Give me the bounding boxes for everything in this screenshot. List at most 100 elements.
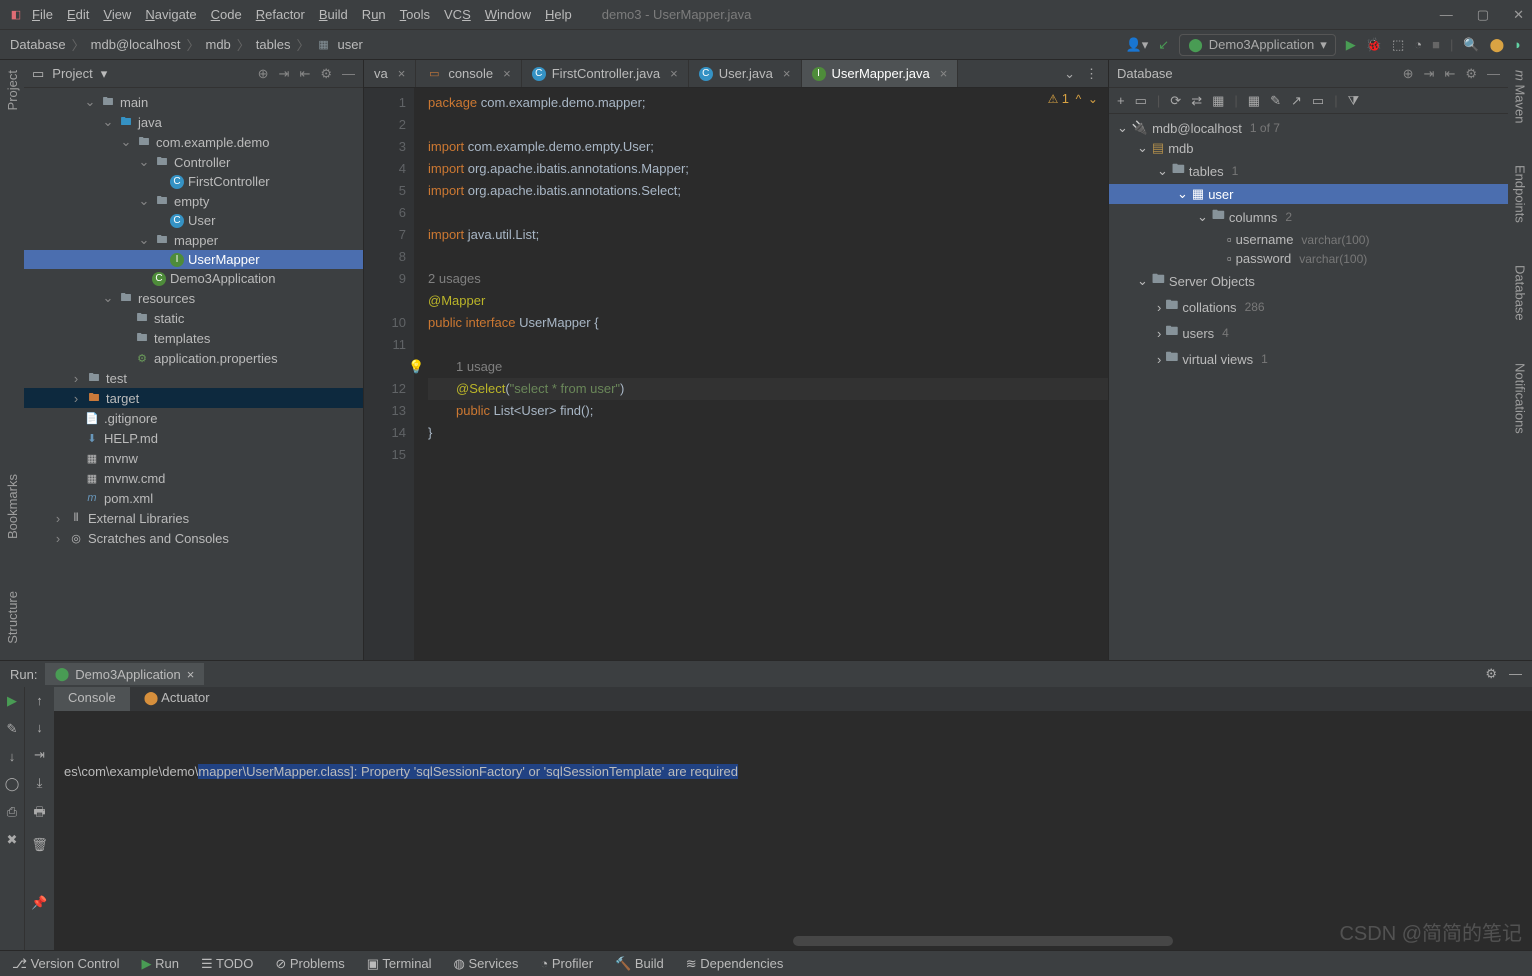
- run-hide-icon[interactable]: ―: [1509, 666, 1522, 682]
- status-deps[interactable]: ≋ Dependencies: [686, 956, 784, 972]
- tree-firstcontroller[interactable]: FirstController: [188, 174, 270, 189]
- tab-firstcontroller[interactable]: CFirstController.java×: [522, 60, 689, 87]
- tree-controller[interactable]: Controller: [174, 155, 230, 170]
- table-icon[interactable]: ▦: [1248, 93, 1260, 109]
- collapse-icon[interactable]: ⇥: [1424, 66, 1435, 82]
- maximize-icon[interactable]: ▢: [1477, 7, 1489, 23]
- tree-appprops[interactable]: application.properties: [154, 351, 278, 366]
- menu-help[interactable]: Help: [545, 7, 572, 22]
- run-config-icon[interactable]: ✎: [7, 721, 18, 737]
- add-icon[interactable]: +: [1117, 93, 1125, 108]
- bookmarks-toolwindow-tab[interactable]: Bookmarks: [3, 468, 22, 545]
- up-icon[interactable]: ↑: [36, 693, 43, 708]
- menu-run[interactable]: Run: [362, 7, 386, 22]
- settings-icon[interactable]: ⚙: [320, 66, 332, 82]
- horizontal-scrollbar[interactable]: [793, 936, 1173, 946]
- tree-main[interactable]: main: [120, 95, 148, 110]
- wrap-icon[interactable]: ⇥: [34, 747, 45, 763]
- run-icon[interactable]: ▶: [1346, 37, 1356, 53]
- tree-scratch[interactable]: Scratches and Consoles: [88, 531, 229, 546]
- tab-user[interactable]: CUser.java×: [689, 60, 802, 87]
- status-build[interactable]: 🔨 Build: [615, 956, 664, 972]
- ddl-icon[interactable]: ▭: [1135, 93, 1147, 109]
- menu-view[interactable]: View: [103, 7, 131, 22]
- tree-resources[interactable]: resources: [138, 291, 195, 306]
- menu-tools[interactable]: Tools: [400, 7, 430, 22]
- status-vcs[interactable]: ⎇ Version Control: [12, 956, 119, 972]
- run-app-tab[interactable]: ⬤Demo3Application×: [45, 663, 205, 685]
- locate-icon[interactable]: ⊕: [258, 66, 269, 82]
- locate-icon[interactable]: ⊕: [1403, 66, 1414, 82]
- close-icon[interactable]: ✕: [1513, 7, 1524, 23]
- run-config-selector[interactable]: ⬤Demo3Application▾: [1179, 34, 1336, 56]
- collapse-icon[interactable]: ⇥: [279, 66, 290, 82]
- status-profiler[interactable]: ◔ Profiler: [540, 956, 593, 971]
- tree-java[interactable]: java: [138, 115, 162, 130]
- notifications-tab[interactable]: Notifications: [1511, 357, 1530, 440]
- expand-icon[interactable]: ⇤: [299, 66, 310, 82]
- tree-user[interactable]: User: [188, 213, 215, 228]
- status-terminal[interactable]: ▣ Terminal: [367, 956, 432, 972]
- run-camera-icon[interactable]: ◯: [5, 776, 20, 792]
- tree-mapper[interactable]: mapper: [174, 233, 218, 248]
- menu-code[interactable]: Code: [211, 7, 242, 22]
- actuator-tab[interactable]: ⬤ Actuator: [130, 687, 224, 711]
- crumb-3[interactable]: tables: [256, 37, 291, 52]
- tree-empty[interactable]: empty: [174, 194, 209, 209]
- hide-icon[interactable]: ―: [1487, 66, 1500, 82]
- tree-test[interactable]: test: [106, 371, 127, 386]
- console-output[interactable]: es\com\example\demo\mapper\UserMapper.cl…: [54, 711, 1532, 950]
- tree-templates[interactable]: templates: [154, 331, 210, 346]
- status-todo[interactable]: ☰ TODO: [201, 956, 253, 972]
- jump-icon[interactable]: ↗: [1291, 93, 1302, 109]
- tree-gitignore[interactable]: .gitignore: [104, 411, 157, 426]
- tree-demo3app[interactable]: Demo3Application: [170, 271, 276, 286]
- console-tab[interactable]: Console: [54, 687, 130, 711]
- edit-icon[interactable]: ✎: [1270, 93, 1281, 109]
- status-run[interactable]: ▶ Run: [141, 956, 178, 972]
- profile-icon[interactable]: ◔: [1414, 37, 1422, 52]
- tree-static[interactable]: static: [154, 311, 184, 326]
- user-icon[interactable]: 👤▾: [1126, 37, 1149, 53]
- database-tree[interactable]: ⌄🔌mdb@localhost1 of 7 ⌄▤mdb ⌄🖿tables1 ⌄▦…: [1109, 114, 1508, 660]
- tree-extlib[interactable]: External Libraries: [88, 511, 189, 526]
- more-tabs-icon[interactable]: ⌄: [1064, 66, 1075, 82]
- settings-icon[interactable]: ⚙: [1465, 66, 1477, 82]
- maven-tab[interactable]: m Maven: [1511, 64, 1530, 129]
- codewithme-icon[interactable]: ◗: [1514, 37, 1522, 52]
- crumb-4[interactable]: user: [338, 37, 363, 52]
- trash-icon[interactable]: 🗑: [31, 837, 48, 853]
- rerun-icon[interactable]: ▶: [7, 693, 17, 709]
- search-icon[interactable]: 🔍: [1463, 37, 1479, 53]
- tab-0[interactable]: va×: [364, 60, 416, 87]
- chevron-down-icon[interactable]: ▾: [101, 66, 108, 82]
- debug-icon[interactable]: 🐞: [1366, 37, 1382, 53]
- menu-vcs[interactable]: VCS: [444, 7, 471, 22]
- refresh-icon[interactable]: ⟳: [1170, 93, 1181, 109]
- coverage-icon[interactable]: ⬚: [1392, 37, 1404, 53]
- menu-edit[interactable]: Edit: [67, 7, 89, 22]
- status-services[interactable]: ◍ Services: [454, 956, 519, 972]
- console-icon[interactable]: ▭: [1312, 93, 1324, 109]
- filter-icon[interactable]: ⧩: [1348, 93, 1360, 109]
- menu-window[interactable]: Window: [485, 7, 531, 22]
- tree-package[interactable]: com.example.demo: [156, 135, 269, 150]
- project-tree[interactable]: ⌄🖿main ⌄🖿java ⌄🖿com.example.demo ⌄🖿Contr…: [24, 88, 363, 660]
- endpoints-tab[interactable]: Endpoints: [1511, 159, 1530, 229]
- crumb-1[interactable]: mdb@localhost: [91, 37, 181, 52]
- run-dump-icon[interactable]: ⎙: [7, 804, 17, 820]
- bulb-icon[interactable]: 💡: [408, 356, 424, 378]
- down-icon[interactable]: ↓: [36, 720, 43, 735]
- expand-icon[interactable]: ⇤: [1444, 66, 1455, 82]
- code-content[interactable]: package com.example.demo.mapper; import …: [414, 88, 1108, 660]
- menu-refactor[interactable]: Refactor: [256, 7, 305, 22]
- tree-mvnw[interactable]: mvnw: [104, 451, 138, 466]
- tree-usermapper[interactable]: UserMapper: [188, 252, 260, 267]
- tree-pom[interactable]: pom.xml: [104, 491, 153, 506]
- print-icon[interactable]: 🖶: [33, 803, 45, 825]
- pin-icon[interactable]: 📌: [31, 895, 47, 911]
- run-exit-icon[interactable]: ✖: [7, 832, 18, 848]
- menu-build[interactable]: Build: [319, 7, 348, 22]
- menu-file[interactable]: File: [32, 7, 53, 22]
- stop-icon[interactable]: ▦: [1212, 93, 1224, 109]
